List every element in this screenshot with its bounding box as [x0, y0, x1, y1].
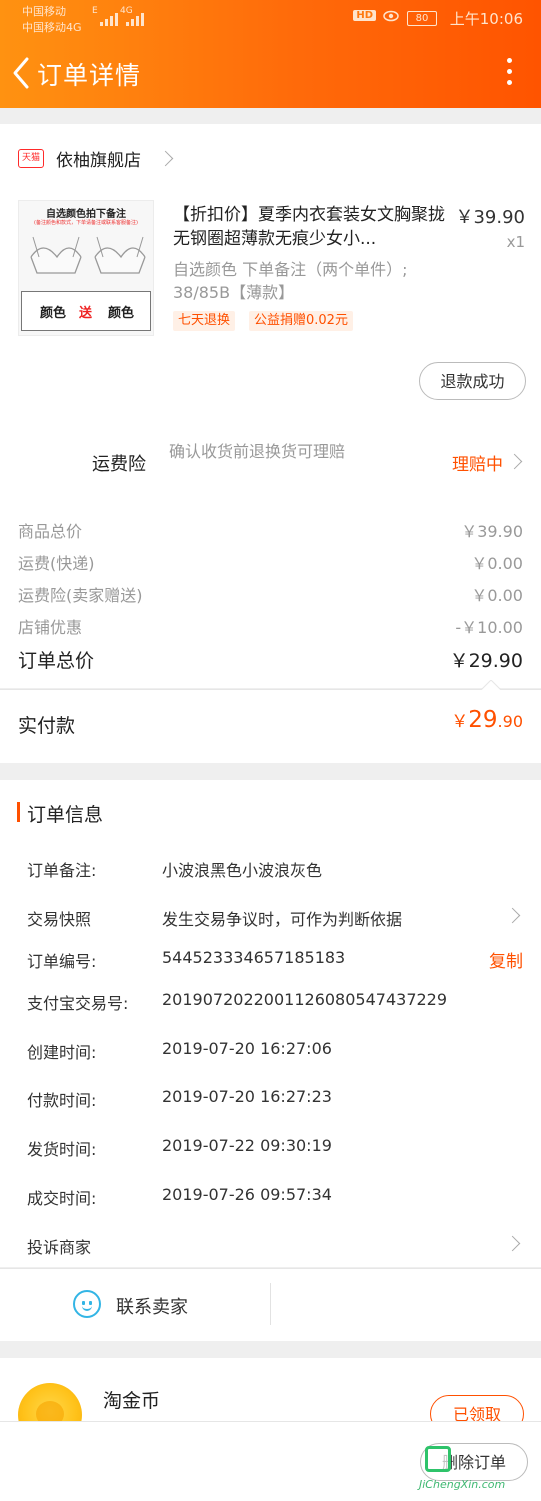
battery-icon: 80 — [407, 11, 437, 26]
image-gift: 送 — [79, 306, 93, 321]
insurance-status[interactable]: 理赔中 — [452, 450, 503, 475]
copy-button[interactable]: 复制 — [489, 947, 523, 972]
complaint-link[interactable]: 投诉商家 — [27, 1234, 91, 1258]
image-subcaption: (备注颜色和款式，下单请备注或联系客服备注) — [34, 220, 138, 226]
paid-amount: ￥29.90 — [451, 707, 523, 733]
watermark-logo: JiChengXin.com — [417, 1440, 537, 1500]
summary-row: 运费(快递) ￥0.00 — [18, 554, 523, 573]
snapshot-label[interactable]: 交易快照 — [27, 906, 91, 930]
info-label: 成交时间: — [27, 1189, 97, 1208]
info-label: 订单编号: — [27, 952, 97, 971]
snapshot-desc[interactable]: 发生交易争议时，可作为判断依据 — [162, 906, 402, 930]
eye-icon — [383, 10, 399, 22]
order-number: 544523334657185183 — [162, 948, 346, 967]
info-value: 2019-07-22 09:30:19 — [162, 1136, 332, 1155]
image-caption: 自选颜色拍下备注 — [46, 209, 126, 220]
product-image[interactable]: 自选颜色拍下备注 (备注颜色和款式，下单请备注或联系客服备注) 颜色 送 颜色 — [18, 200, 154, 336]
hd-badge: HD — [353, 10, 376, 21]
summary-row: 商品总价 ￥39.90 — [18, 522, 523, 541]
status-time: 上午10:06 — [449, 10, 523, 28]
store-name[interactable]: 依柚旗舰店 — [56, 146, 141, 171]
insurance-label: 运费险 — [92, 454, 146, 475]
summary-row: 店铺优惠 -￥10.00 — [18, 618, 523, 637]
product-spec: 自选颜色 下单备注（两个单件）; 38/85B【薄款】 — [173, 260, 408, 302]
page-title: 订单详情 — [37, 61, 142, 90]
info-value: 2019-07-26 09:57:34 — [162, 1185, 332, 1204]
info-label: 支付宝交易号: — [27, 994, 129, 1013]
total-label: 订单总价 — [18, 650, 95, 672]
info-label: 付款时间: — [27, 1091, 97, 1110]
carrier-2: 中国移动4G — [22, 21, 82, 34]
charity-tag: 公益捐赠0.02元 — [249, 311, 353, 331]
product-title[interactable]: 【折扣价】夏季内衣套装女文胸聚拢无钢圈超薄款无痕少女小... — [173, 203, 448, 251]
paid-label: 实付款 — [18, 715, 76, 737]
app-header: 中国移动 中国移动4G E 4G HD 80 上午10:06 订单详情 — [0, 0, 541, 108]
bra-illustration — [30, 236, 146, 274]
notch-icon — [480, 680, 502, 691]
divider — [270, 1283, 271, 1325]
info-value: 2019-07-20 16:27:23 — [162, 1087, 332, 1106]
summary-row: 运费险(卖家赠送) ￥0.00 — [18, 586, 523, 605]
tmall-icon: 天猫 — [18, 149, 44, 168]
image-color-left: 颜色 — [40, 306, 67, 321]
carrier-1: 中国移动 — [22, 5, 66, 18]
info-label: 发货时间: — [27, 1140, 97, 1159]
contact-seller-button[interactable]: 联系卖家 — [116, 1293, 188, 1319]
product-price: ￥39.90 — [455, 207, 525, 228]
carrier-info: 中国移动 中国移动4G — [22, 4, 82, 36]
image-color-right: 颜色 — [108, 306, 135, 321]
coin-label: 淘金币 — [103, 1390, 161, 1412]
more-menu-icon[interactable] — [507, 58, 513, 88]
section-accent — [17, 802, 20, 822]
total-value: ￥29.90 — [449, 650, 523, 672]
refund-status-button[interactable]: 退款成功 — [419, 362, 526, 400]
chat-icon[interactable] — [73, 1290, 101, 1318]
info-value: 2019-07-20 16:27:06 — [162, 1039, 332, 1058]
return-tag: 七天退换 — [173, 311, 236, 331]
net-right: 4G — [120, 6, 133, 16]
image-color-box: 颜色 送 颜色 — [21, 291, 151, 331]
insurance-desc: 确认收货前退换货可理赔 — [169, 442, 346, 461]
info-value: 2019072022001126080547437229 — [162, 990, 448, 1009]
info-label: 订单备注: — [27, 861, 97, 880]
order-total-row: 订单总价 ￥29.90 — [18, 646, 523, 673]
info-value: 小波浪黑色小波浪灰色 — [162, 861, 323, 880]
info-label: 创建时间: — [27, 1043, 97, 1062]
watermark-text: JiChengXin.com — [419, 1478, 506, 1491]
order-info-title: 订单信息 — [27, 804, 104, 826]
back-arrow-icon[interactable] — [10, 56, 34, 90]
product-qty: x1 — [506, 233, 525, 251]
